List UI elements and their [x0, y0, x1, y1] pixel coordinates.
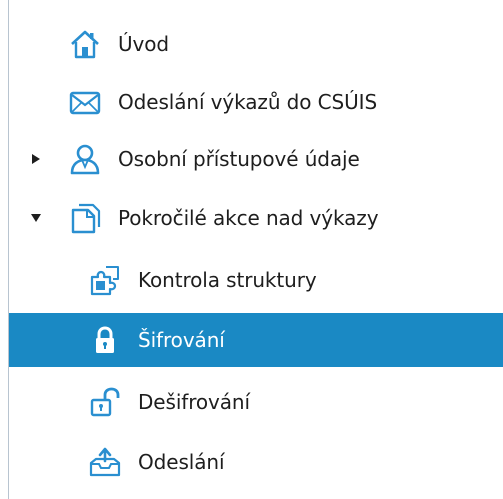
tree-item-label: Dešifrování	[138, 390, 250, 414]
tree-item-pokrocile-akce[interactable]: Pokročilé akce nad výkazy	[9, 190, 503, 246]
tree-item-label: Pokročilé akce nad výkazy	[118, 206, 379, 230]
puzzle-icon	[88, 263, 122, 297]
home-icon	[68, 27, 102, 61]
tree-item-kontrola-struktury[interactable]: Kontrola struktury	[9, 252, 503, 308]
tree-item-label: Šifrování	[138, 328, 225, 352]
user-icon	[68, 142, 102, 176]
tree-item-label: Odeslání	[138, 450, 225, 474]
tree-item-odeslani-vykazu[interactable]: Odeslání výkazů do CSÚIS	[9, 74, 503, 130]
lock-icon	[88, 323, 122, 357]
unlock-icon	[88, 385, 122, 419]
navigation-tree-panel: Úvod Odeslání výkazů do CSÚIS Osobní pří…	[0, 0, 503, 499]
tree-item-label: Osobní přístupové údaje	[118, 147, 360, 171]
tree-item-desifrovani[interactable]: Dešifrování	[9, 374, 503, 430]
tree-item-uvod[interactable]: Úvod	[9, 16, 503, 72]
tree-item-osobni-udaje[interactable]: Osobní přístupové údaje	[9, 131, 503, 187]
tree-item-label: Odeslání výkazů do CSÚIS	[118, 90, 378, 114]
send-tray-icon	[88, 445, 122, 479]
tree-item-label: Úvod	[118, 32, 170, 56]
documents-icon	[68, 201, 102, 235]
expander-collapsed-icon[interactable]	[30, 153, 42, 165]
envelope-icon	[68, 85, 102, 119]
tree-item-label: Kontrola struktury	[138, 268, 317, 292]
tree-item-odeslani[interactable]: Odeslání	[9, 434, 503, 490]
expander-expanded-icon[interactable]	[30, 212, 42, 224]
tree-item-sifrovani[interactable]: Šifrování	[9, 313, 503, 367]
